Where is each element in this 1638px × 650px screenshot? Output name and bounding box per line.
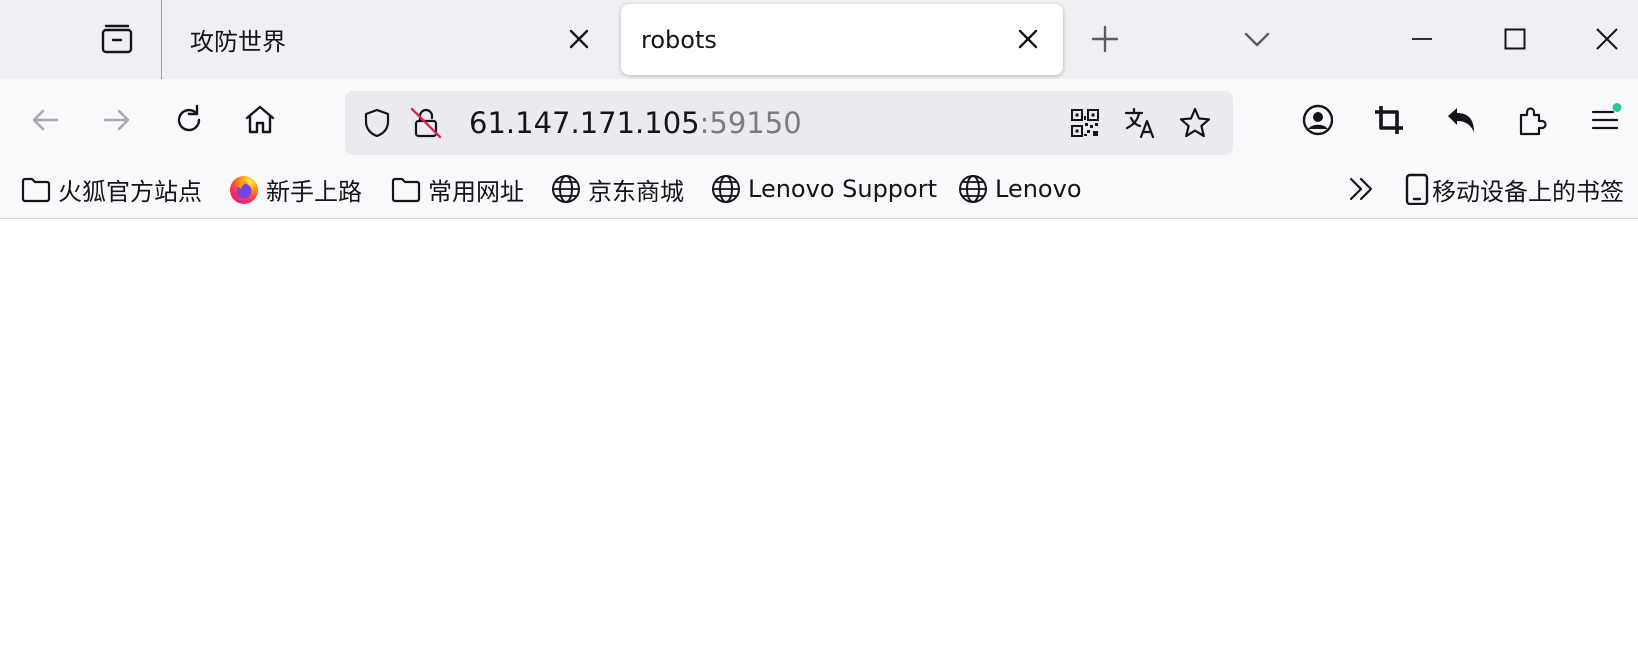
star-icon xyxy=(1179,107,1211,138)
tab-manager-button[interactable] xyxy=(86,14,148,64)
crop-icon xyxy=(1375,106,1403,134)
close-tab-button[interactable] xyxy=(566,26,592,52)
close-icon xyxy=(569,29,589,49)
undo-icon xyxy=(1448,108,1474,132)
bookmark-label: 移动设备上的书签 xyxy=(1432,177,1624,206)
firefox-icon xyxy=(228,173,260,205)
tab-robots[interactable]: robots xyxy=(621,4,1063,75)
close-tab-button[interactable] xyxy=(1015,26,1041,52)
update-badge xyxy=(1612,103,1622,112)
maximize-button[interactable] xyxy=(1490,14,1540,64)
extensions-button[interactable] xyxy=(1508,95,1558,145)
mobile-device-icon xyxy=(1404,173,1430,205)
globe-icon xyxy=(710,173,742,205)
maximize-icon xyxy=(1504,28,1526,50)
undo-close-tab-button[interactable] xyxy=(1436,95,1486,145)
new-tab-button[interactable] xyxy=(1080,14,1130,64)
page-content xyxy=(0,220,1638,650)
qr-code-icon xyxy=(1071,109,1099,137)
list-all-tabs-button[interactable] xyxy=(1232,14,1282,64)
bookmark-folder-common-sites[interactable]: 常用网址 xyxy=(390,169,524,209)
insecure-lock-icon xyxy=(410,107,442,139)
mobile-bookmarks[interactable]: 移动设备上的书签 xyxy=(1404,169,1624,209)
chevron-down-icon xyxy=(1244,32,1270,47)
tab-gongfang[interactable]: 攻防世界 xyxy=(162,4,614,75)
screenshot-button[interactable] xyxy=(1364,95,1414,145)
site-security-button[interactable] xyxy=(408,105,444,141)
bookmark-label: Lenovo Support xyxy=(748,175,937,203)
home-button[interactable] xyxy=(235,95,285,145)
account-button[interactable] xyxy=(1293,95,1343,145)
translate-button[interactable] xyxy=(1122,105,1158,141)
bookmark-folder-firefox-official[interactable]: 火狐官方站点 xyxy=(20,169,202,209)
close-window-button[interactable] xyxy=(1582,14,1632,64)
tab-title: robots xyxy=(641,25,717,54)
bookmark-label: 新手上路 xyxy=(266,177,362,206)
plus-icon xyxy=(1091,25,1119,53)
url-bar[interactable]: 61.147.171.105:59150 xyxy=(345,91,1233,155)
bookmark-label: 火狐官方站点 xyxy=(58,177,202,206)
account-icon xyxy=(1302,104,1334,136)
forward-button[interactable] xyxy=(92,95,142,145)
bookmark-lenovo-support[interactable]: Lenovo Support xyxy=(710,169,937,209)
arrow-left-icon xyxy=(32,109,59,131)
folder-icon xyxy=(390,173,422,205)
close-icon xyxy=(1018,29,1038,49)
arrow-right-icon xyxy=(103,109,130,131)
chevron-double-right-icon xyxy=(1346,173,1378,205)
bookmark-label: 常用网址 xyxy=(428,177,524,206)
url-port: :59150 xyxy=(699,106,802,140)
translate-icon xyxy=(1124,107,1155,139)
globe-icon xyxy=(957,173,989,205)
shield-icon xyxy=(364,108,390,138)
tracking-protection-button[interactable] xyxy=(359,105,395,141)
tab-manager-icon xyxy=(101,24,133,54)
bookmarks-toolbar: 火狐官方站点 新手上路 常用网址 京东商城 Lenovo Support Len… xyxy=(0,159,1638,219)
home-icon xyxy=(245,105,275,134)
tab-title: 攻防世界 xyxy=(190,28,286,56)
bookmark-lenovo[interactable]: Lenovo xyxy=(957,169,1082,209)
reload-button[interactable] xyxy=(164,95,214,145)
bookmark-label: Lenovo xyxy=(995,175,1082,203)
reload-icon xyxy=(177,104,201,132)
folder-icon xyxy=(20,173,52,205)
back-button[interactable] xyxy=(20,95,70,145)
navigation-toolbar: 61.147.171.105:59150 xyxy=(0,79,1638,159)
url-text[interactable]: 61.147.171.105:59150 xyxy=(469,104,802,142)
hamburger-menu-icon xyxy=(1591,103,1622,130)
bookmark-label: 京东商城 xyxy=(588,177,684,206)
bookmark-star-button[interactable] xyxy=(1177,105,1213,141)
bookmark-jd[interactable]: 京东商城 xyxy=(550,169,684,209)
app-menu-button[interactable] xyxy=(1580,95,1630,145)
minimize-icon xyxy=(1412,38,1432,40)
bookmark-getting-started[interactable]: 新手上路 xyxy=(228,169,362,209)
more-bookmarks-button[interactable] xyxy=(1346,169,1384,209)
globe-icon xyxy=(550,173,582,205)
tab-strip: 攻防世界 robots xyxy=(0,0,1638,79)
qr-code-button[interactable] xyxy=(1067,105,1103,141)
minimize-button[interactable] xyxy=(1397,14,1447,64)
puzzle-icon xyxy=(1519,107,1547,136)
close-icon xyxy=(1596,28,1618,50)
url-host: 61.147.171.105 xyxy=(469,106,700,140)
